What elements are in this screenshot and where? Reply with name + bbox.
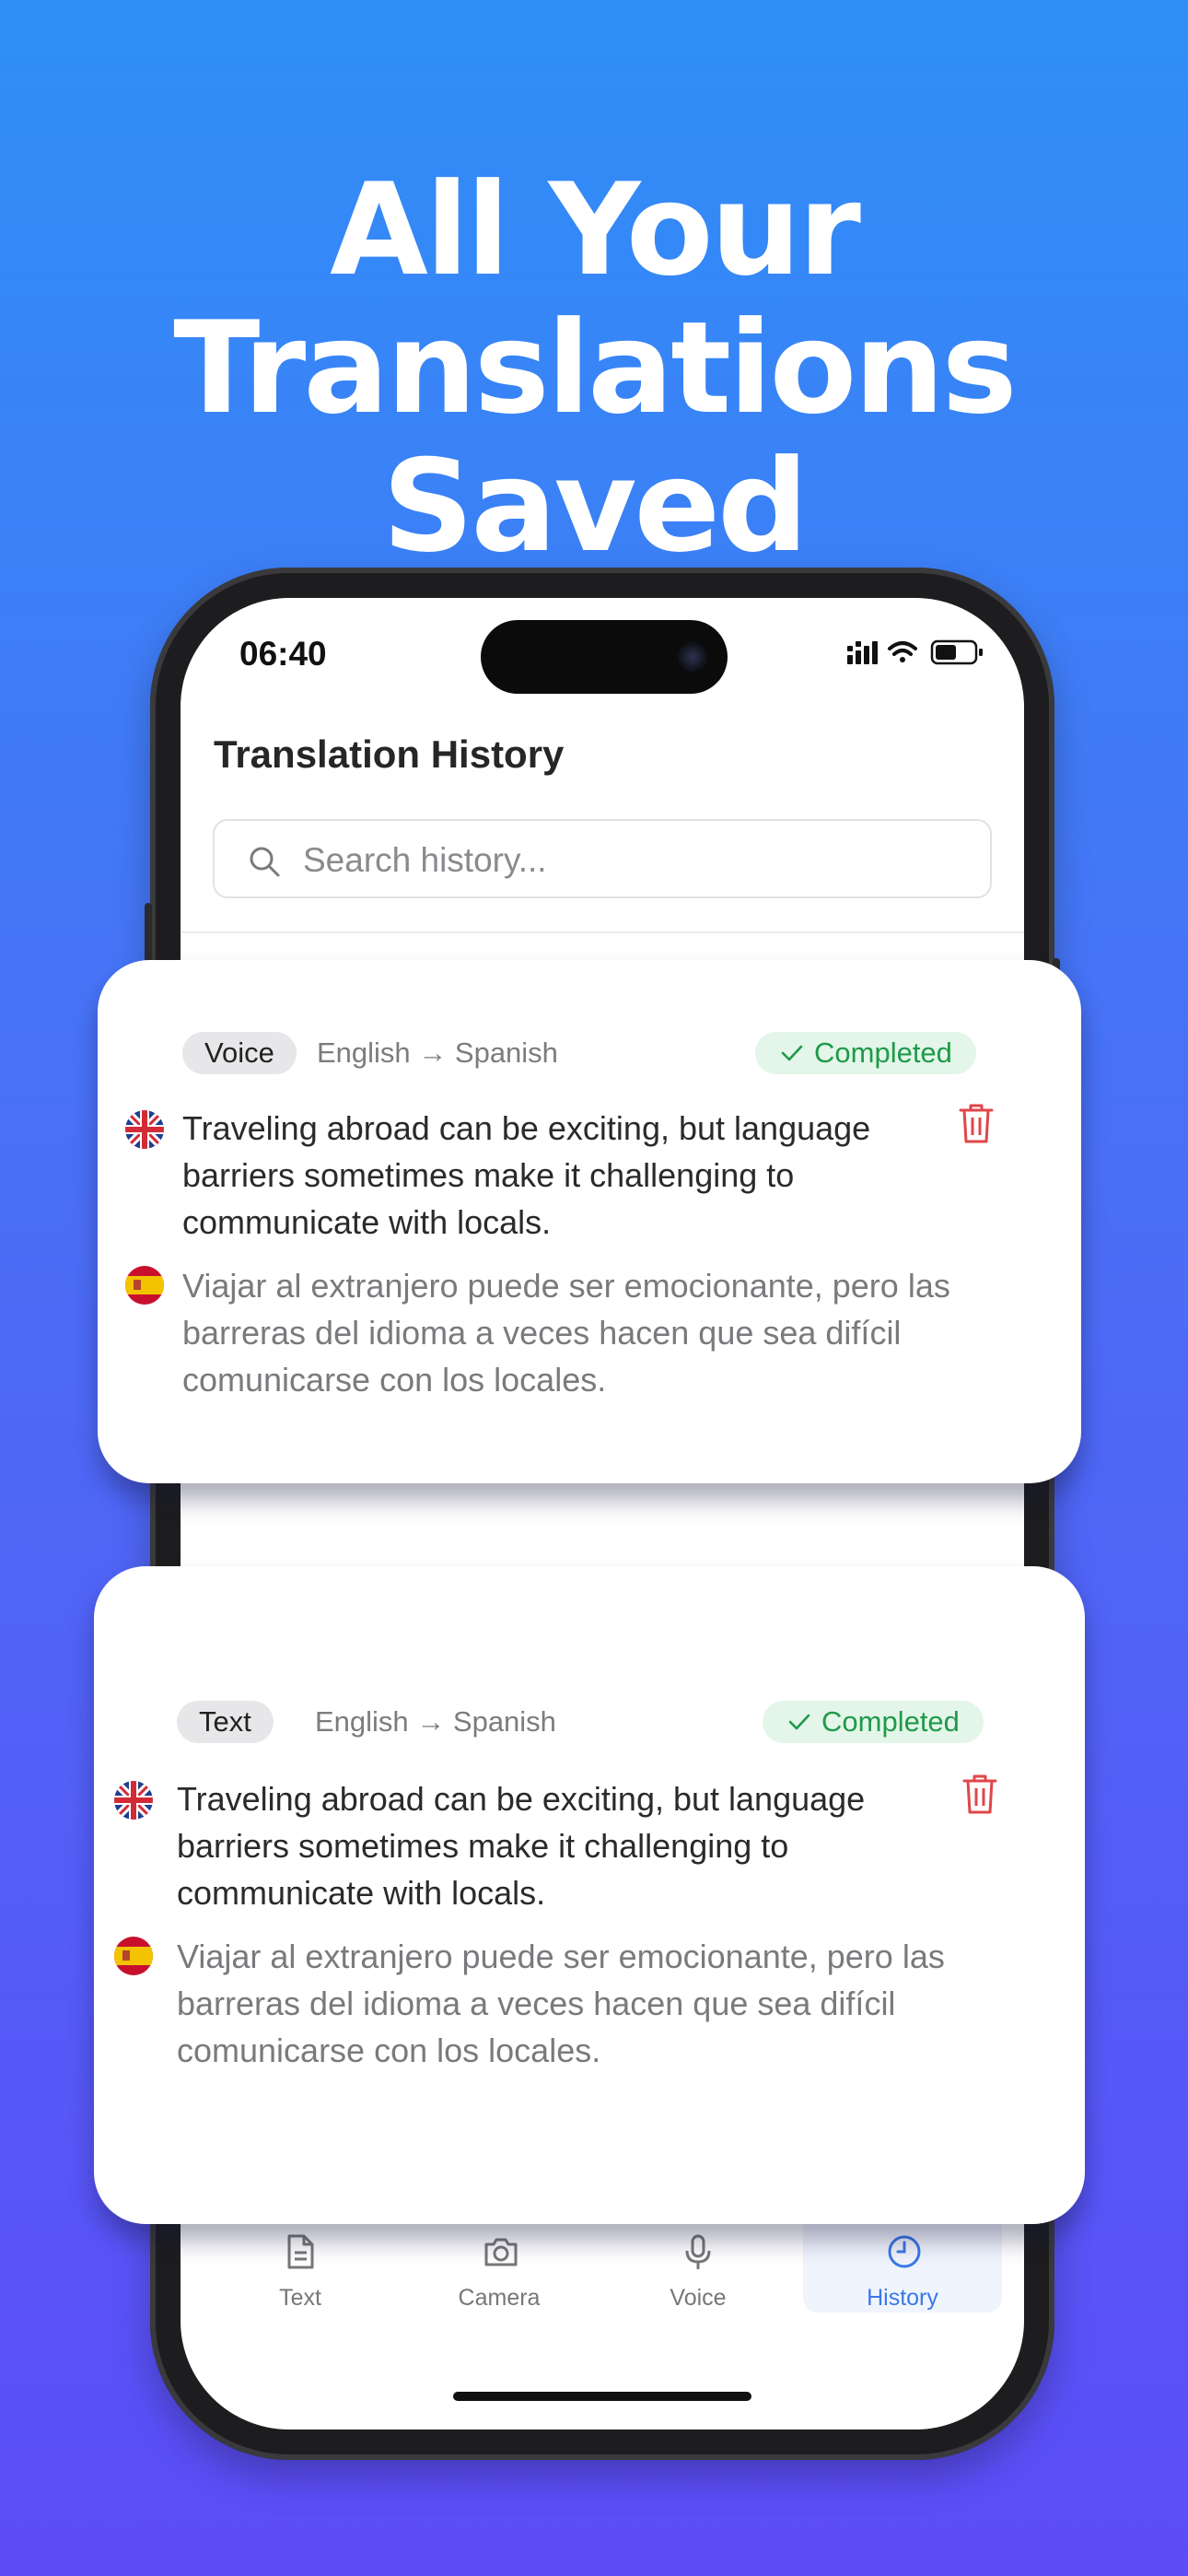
status-label: Completed (814, 1036, 952, 1069)
language-pair: English → Spanish (315, 1705, 556, 1738)
home-indicator (453, 2392, 751, 2401)
front-camera (678, 642, 707, 672)
search-placeholder: Search history... (303, 841, 547, 879)
microphone-icon (685, 2234, 711, 2269)
type-badge: Text (177, 1701, 274, 1743)
checkmark-icon (781, 1045, 803, 1061)
trash-icon (959, 1104, 994, 1143)
wifi-icon (888, 641, 917, 662)
signal-icon (847, 641, 878, 664)
type-badge: Voice (182, 1032, 297, 1074)
headline-line-2: Translations Saved (173, 294, 1017, 580)
clock-icon (888, 2235, 921, 2268)
promo-headline: All Your Translations Saved (0, 161, 1188, 576)
spain-flag-icon (125, 1266, 164, 1305)
status-icons (847, 637, 985, 668)
uk-flag-icon (114, 1781, 153, 1820)
status-time: 06:40 (239, 635, 327, 673)
status-badge: Completed (763, 1701, 984, 1743)
tab-label: Text (279, 2285, 321, 2311)
search-icon (250, 847, 280, 877)
tab-label: Camera (458, 2285, 541, 2311)
tab-label: History (867, 2285, 938, 2311)
source-text: Traveling abroad can be exciting, but la… (182, 1109, 871, 1241)
dynamic-island (481, 620, 728, 694)
page-title: Translation History (214, 732, 565, 776)
delete-button[interactable] (961, 1773, 998, 1820)
spain-flag-icon (114, 1937, 153, 1975)
translated-text: Viajar al extranjero puede ser emocionan… (182, 1267, 950, 1399)
status-badge: Completed (755, 1032, 976, 1074)
translated-text: Viajar al extranjero puede ser emocionan… (177, 1938, 945, 2069)
battery-icon (930, 639, 983, 665)
history-card[interactable]: Text English → Spanish Completed Traveli… (94, 1566, 1085, 2224)
list-divider (181, 931, 1024, 933)
checkmark-icon (788, 1714, 810, 1730)
document-icon (287, 2234, 314, 2269)
trash-icon (962, 1774, 997, 1814)
delete-button[interactable] (958, 1102, 995, 1149)
uk-flag-icon (125, 1110, 164, 1149)
history-card[interactable]: Voice English → Spanish Completed Travel… (98, 960, 1081, 1483)
language-pair: English → Spanish (317, 1036, 558, 1069)
tab-label: Voice (670, 2285, 727, 2311)
search-input[interactable]: Search history... (213, 819, 992, 898)
source-text: Traveling abroad can be exciting, but la… (177, 1780, 866, 1912)
status-label: Completed (821, 1705, 960, 1738)
camera-icon (484, 2238, 518, 2266)
headline-line-1: All Your (330, 156, 861, 304)
